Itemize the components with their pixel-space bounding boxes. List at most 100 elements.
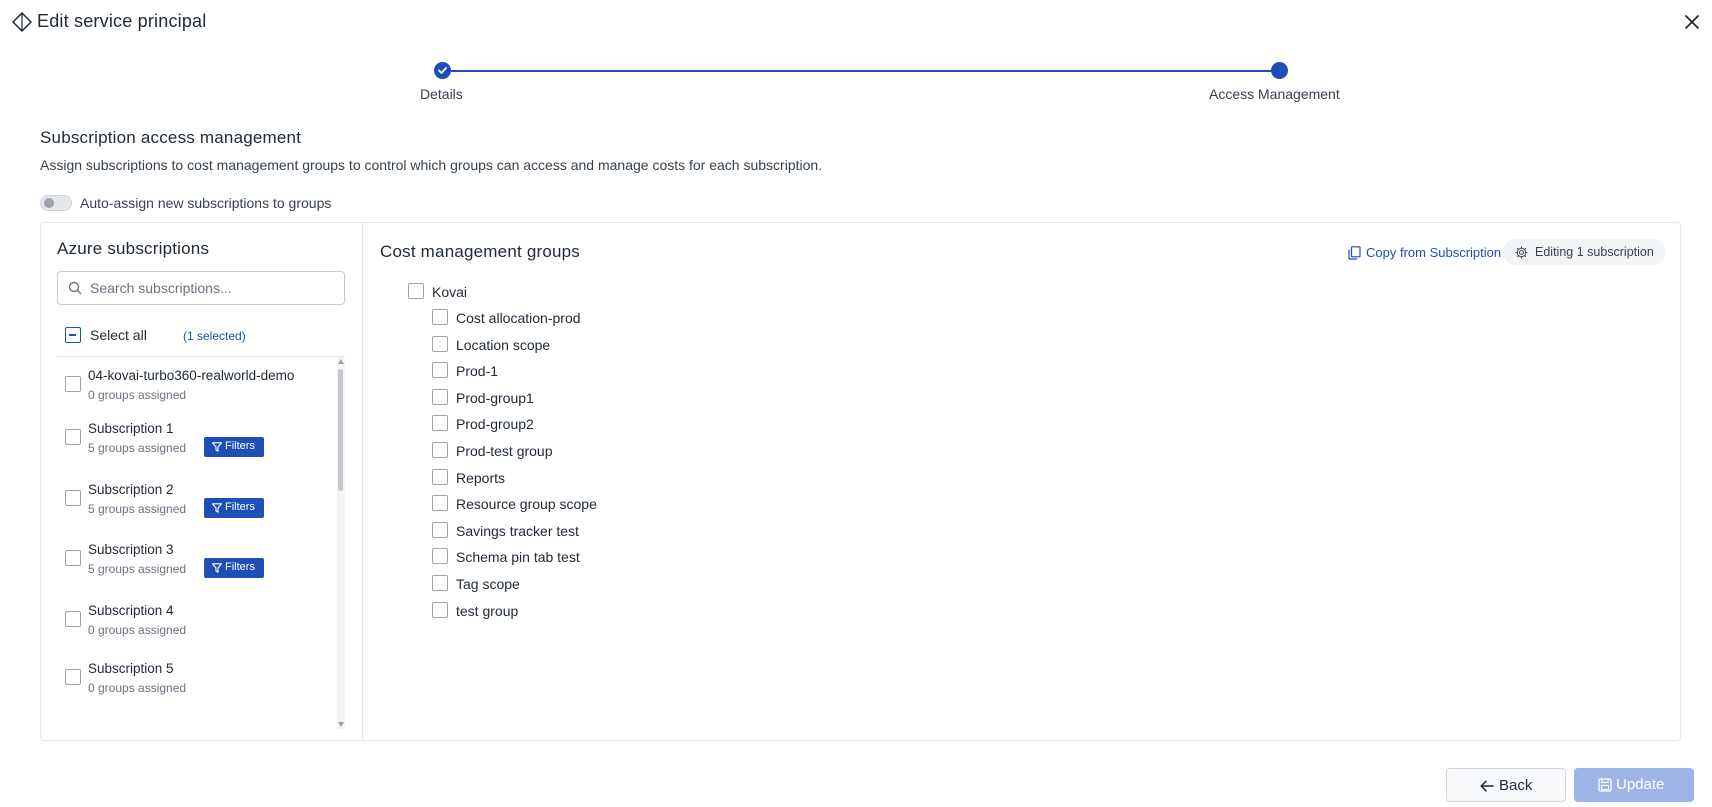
search-icon — [68, 281, 82, 295]
subscription-name: Subscription 1 — [88, 421, 174, 436]
group-label[interactable]: Prod-group1 — [456, 390, 534, 406]
selected-count: (1 selected) — [183, 329, 246, 343]
group-label[interactable]: Resource group scope — [456, 496, 597, 512]
subscription-groups: 5 groups assigned — [88, 441, 187, 455]
scroll-thumb[interactable] — [338, 369, 343, 491]
subscription-item[interactable]: 04-kovai-turbo360-realworld-demo 0 group… — [57, 362, 344, 410]
group-checkbox[interactable] — [432, 495, 448, 511]
group-checkbox[interactable] — [432, 522, 448, 538]
subscriptions-title: Azure subscriptions — [57, 239, 210, 258]
update-button[interactable]: Update — [1574, 768, 1694, 802]
access-panel: Azure subscriptions Select all (1 select… — [40, 222, 1681, 741]
save-icon — [1598, 778, 1612, 792]
step-details-label[interactable]: Details — [420, 86, 463, 102]
subscription-item[interactable]: Subscription 4 0 groups assigned — [57, 597, 344, 645]
arrow-left-icon — [1480, 780, 1494, 792]
group-checkbox[interactable] — [432, 442, 448, 458]
back-label: Back — [1499, 777, 1533, 794]
select-all-checkbox[interactable] — [65, 327, 81, 343]
subscription-groups: 0 groups assigned — [88, 623, 187, 637]
update-label: Update — [1616, 776, 1665, 793]
stepper: Details Access Management — [0, 58, 1712, 108]
subscription-checkbox[interactable] — [65, 669, 81, 685]
section-title: Subscription access management — [40, 128, 302, 147]
subscription-groups: 0 groups assigned — [88, 388, 187, 402]
gear-icon — [1515, 246, 1528, 259]
subscriptions-pane: Azure subscriptions Select all (1 select… — [41, 223, 363, 740]
filters-badge[interactable]: Filters — [204, 437, 264, 457]
group-checkbox[interactable] — [432, 336, 448, 352]
group-label[interactable]: Location scope — [456, 337, 550, 353]
search-input[interactable] — [90, 278, 338, 298]
group-label[interactable]: Prod-test group — [456, 443, 553, 459]
subscription-scrollbar[interactable] — [337, 357, 345, 729]
section-description: Assign subscriptions to cost management … — [40, 157, 823, 173]
toggle-knob — [44, 198, 54, 208]
copy-icon — [1348, 246, 1361, 260]
select-all-label[interactable]: Select all — [90, 327, 147, 343]
subscription-checkbox[interactable] — [65, 429, 81, 445]
scroll-up-icon[interactable] — [338, 359, 344, 364]
back-button[interactable]: Back — [1446, 768, 1566, 802]
subscription-checkbox[interactable] — [65, 611, 81, 627]
step-access-dot[interactable] — [1271, 62, 1288, 79]
cost-groups-pane: Cost management groups Copy from Subscri… — [364, 223, 1680, 740]
group-checkbox[interactable] — [432, 548, 448, 564]
group-label[interactable]: Cost allocation-prod — [456, 310, 581, 326]
close-icon[interactable] — [1681, 11, 1703, 33]
scroll-down-icon[interactable] — [338, 722, 344, 727]
filters-badge[interactable]: Filters — [204, 498, 264, 518]
subscription-name: Subscription 4 — [88, 603, 174, 618]
editing-badge: Editing 1 subscription — [1503, 239, 1666, 265]
subscription-item[interactable]: Subscription 3 5 groups assigned Filters — [57, 536, 344, 584]
subscription-name: 04-kovai-turbo360-realworld-demo — [88, 368, 295, 383]
copy-label[interactable]: Copy from Subscription — [1366, 245, 1501, 260]
group-checkbox[interactable] — [432, 362, 448, 378]
check-icon — [438, 67, 447, 74]
subscription-checkbox[interactable] — [65, 376, 81, 392]
group-label[interactable]: Prod-1 — [456, 363, 498, 379]
subscription-groups: 5 groups assigned — [88, 502, 187, 516]
group-checkbox[interactable] — [432, 602, 448, 618]
group-checkbox[interactable] — [432, 575, 448, 591]
search-box[interactable] — [57, 271, 345, 305]
stepper-progress-line — [443, 70, 1280, 72]
subscription-item[interactable]: Subscription 5 0 groups assigned — [57, 655, 344, 703]
group-checkbox[interactable] — [408, 283, 424, 299]
subscription-name: Subscription 2 — [88, 482, 174, 497]
filter-icon — [212, 503, 222, 513]
subscription-item[interactable]: Subscription 2 5 groups assigned Filters — [57, 476, 344, 524]
group-checkbox[interactable] — [432, 389, 448, 405]
cost-groups-title: Cost management groups — [380, 242, 581, 261]
auto-assign-label: Auto-assign new subscriptions to groups — [80, 195, 332, 211]
group-label[interactable]: Savings tracker test — [456, 523, 579, 539]
filters-label: Filters — [225, 501, 255, 513]
group-checkbox[interactable] — [432, 309, 448, 325]
subscription-name: Subscription 3 — [88, 542, 174, 557]
filter-icon — [212, 442, 222, 452]
subscription-item[interactable]: Subscription 1 5 groups assigned Filters — [57, 415, 344, 463]
group-label[interactable]: Kovai — [432, 284, 467, 300]
group-checkbox[interactable] — [432, 469, 448, 485]
dialog-title: Edit service principal — [37, 11, 207, 31]
diamond-icon — [12, 12, 32, 32]
auto-assign-toggle[interactable] — [40, 195, 72, 211]
subscription-groups: 5 groups assigned — [88, 562, 187, 576]
filter-icon — [212, 563, 222, 573]
dialog-header: Edit service principal — [0, 0, 1712, 44]
subscription-checkbox[interactable] — [65, 550, 81, 566]
subscription-name: Subscription 5 — [88, 661, 174, 676]
group-label[interactable]: test group — [456, 603, 518, 619]
subscription-checkbox[interactable] — [65, 490, 81, 506]
step-details-dot[interactable] — [434, 62, 451, 79]
filters-badge[interactable]: Filters — [204, 558, 264, 578]
subscription-groups: 0 groups assigned — [88, 681, 187, 695]
group-label[interactable]: Schema pin tab test — [456, 549, 580, 565]
group-checkbox[interactable] — [432, 415, 448, 431]
group-label[interactable]: Reports — [456, 470, 505, 486]
filters-label: Filters — [225, 561, 255, 573]
editing-label: Editing 1 subscription — [1535, 245, 1654, 259]
group-label[interactable]: Tag scope — [456, 576, 520, 592]
step-access-label[interactable]: Access Management — [1209, 86, 1340, 102]
group-label[interactable]: Prod-group2 — [456, 416, 534, 432]
